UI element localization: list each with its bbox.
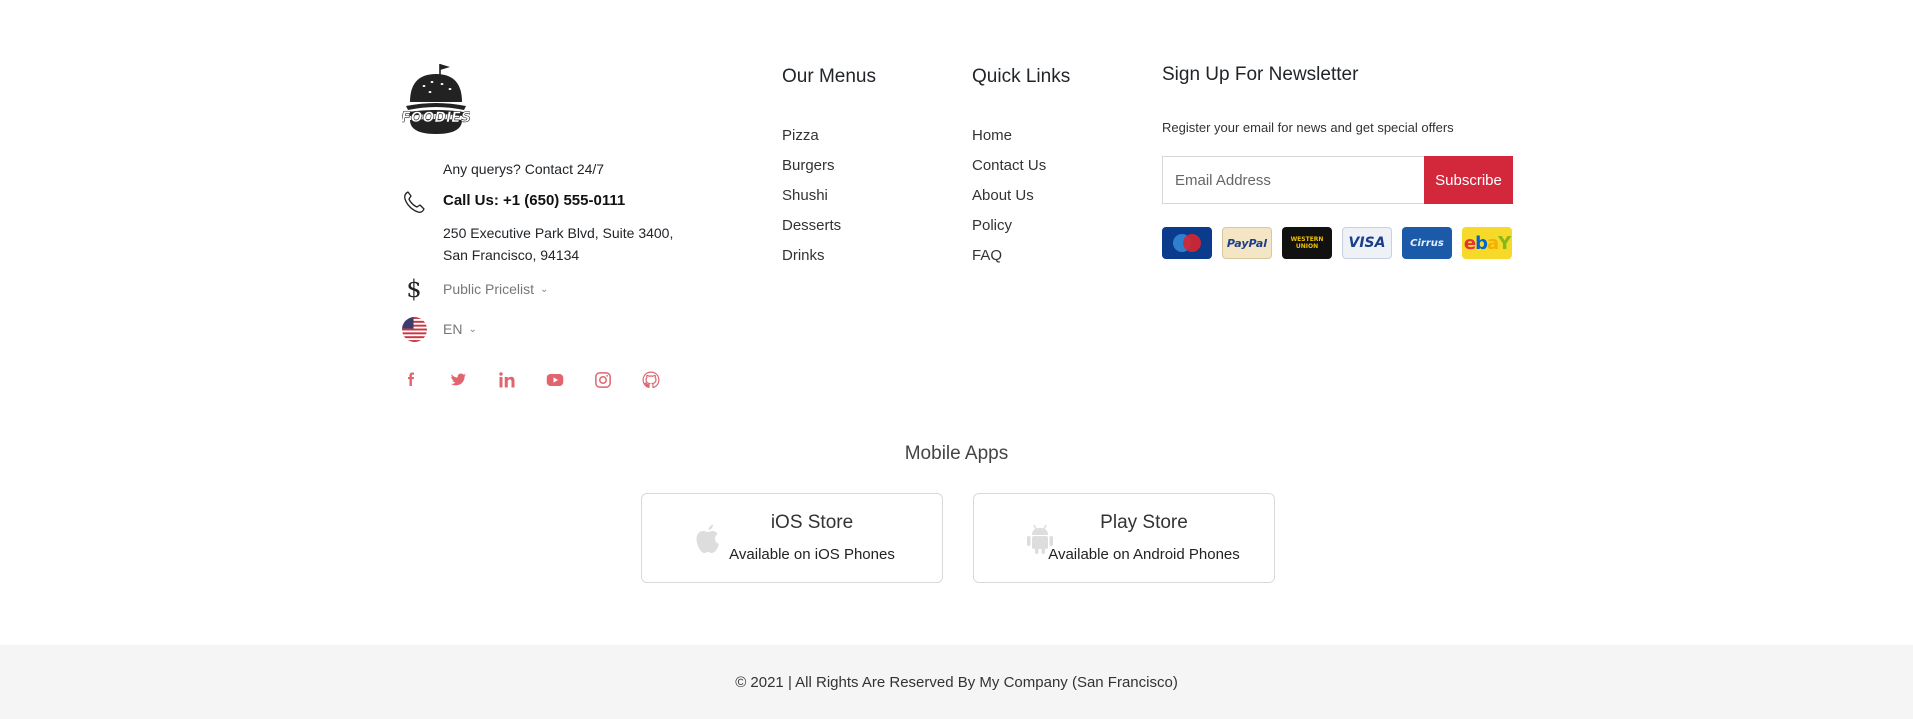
pricelist-row: $ Public Pricelist ⌄ — [402, 275, 548, 303]
paypal-icon: PayPal — [1222, 227, 1272, 259]
address-line-2: San Francisco, 94134 — [443, 247, 580, 263]
subscribe-button[interactable]: Subscribe — [1424, 156, 1513, 204]
menu-item-burgers[interactable]: Burgers — [782, 156, 841, 186]
github-icon[interactable] — [642, 369, 690, 391]
pricelist-label: Public Pricelist — [443, 281, 535, 297]
us-flag-icon — [402, 316, 427, 342]
twitter-icon[interactable] — [450, 369, 498, 391]
copyright-text: © 2021 | All Rights Are Reserved By My C… — [735, 673, 1178, 691]
play-store-subtitle: Available on Android Phones — [1048, 546, 1240, 563]
ebay-letter-e: e — [1463, 232, 1476, 254]
address-line-1: 250 Executive Park Blvd, Suite 3400, — [443, 225, 674, 241]
ebay-icon: ebaY — [1462, 227, 1512, 259]
ebay-letter-a: a — [1486, 232, 1499, 254]
footer-bar: © 2021 | All Rights Are Reserved By My C… — [0, 645, 1913, 719]
social-links — [402, 369, 690, 391]
quick-link-contact-us[interactable]: Contact Us — [972, 156, 1046, 186]
western-union-label-2: UNION — [1295, 243, 1319, 250]
menu-item-desserts[interactable]: Desserts — [782, 216, 841, 246]
email-field[interactable] — [1162, 156, 1424, 204]
play-store-name: Play Store — [1100, 512, 1188, 533]
language-dropdown[interactable]: EN ⌄ — [443, 321, 477, 337]
youtube-icon[interactable] — [546, 369, 594, 391]
visa-icon: VISA — [1342, 227, 1392, 259]
svg-text:FOODIES: FOODIES — [402, 110, 470, 126]
contact-note: Any querys? Contact 24/7 — [443, 161, 605, 177]
ios-store-subtitle: Available on iOS Phones — [729, 546, 895, 563]
facebook-icon[interactable] — [402, 369, 450, 391]
address: 250 Executive Park Blvd, Suite 3400, San… — [443, 222, 703, 266]
quick-links-title: Quick Links — [972, 66, 1071, 87]
language-label: EN — [443, 321, 463, 337]
newsletter-form: Subscribe — [1162, 156, 1513, 204]
play-store-button[interactable]: Play Store Available on Android Phones — [973, 493, 1275, 583]
quick-link-about-us[interactable]: About Us — [972, 186, 1046, 216]
chevron-down-icon: ⌄ — [540, 283, 549, 295]
newsletter-subtitle: Register your email for news and get spe… — [1162, 120, 1454, 135]
mobile-apps-title: Mobile Apps — [904, 443, 1009, 464]
payment-methods: PayPal WESTERN UNION VISA Cirrus ebaY — [1162, 227, 1512, 259]
pricelist-dropdown[interactable]: Public Pricelist ⌄ — [443, 281, 548, 297]
linkedin-icon[interactable] — [498, 369, 546, 391]
dollar-icon: $ — [406, 275, 422, 303]
phone-icon — [402, 190, 426, 214]
foodies-logo[interactable]: FOODIES — [401, 62, 471, 138]
menu-item-drinks[interactable]: Drinks — [782, 246, 841, 276]
quick-link-home[interactable]: Home — [972, 126, 1046, 156]
cirrus-icon: Cirrus — [1402, 227, 1452, 259]
western-union-icon: WESTERN UNION — [1282, 227, 1332, 259]
ios-store-button[interactable]: iOS Store Available on iOS Phones — [641, 493, 943, 583]
ebay-letter-b: b — [1475, 232, 1488, 254]
quick-link-faq[interactable]: FAQ — [972, 246, 1046, 276]
maestro-icon — [1162, 227, 1212, 259]
ios-store-name: iOS Store — [770, 512, 854, 533]
newsletter-title: Sign Up For Newsletter — [1162, 64, 1359, 85]
menu-item-pizza[interactable]: Pizza — [782, 126, 841, 156]
menu-item-shushi[interactable]: Shushi — [782, 186, 841, 216]
ebay-letter-y: Y — [1498, 232, 1511, 254]
quick-links-list: Home Contact Us About Us Policy FAQ — [972, 126, 1046, 276]
chevron-down-icon: ⌄ — [468, 323, 477, 335]
language-row: EN ⌄ — [402, 316, 477, 342]
call-us-phone[interactable]: Call Us: +1 (650) 555-0111 — [443, 192, 625, 209]
western-union-label-1: WESTERN — [1290, 236, 1324, 243]
menus-list: Pizza Burgers Shushi Desserts Drinks — [782, 126, 841, 276]
menus-title: Our Menus — [782, 66, 876, 87]
quick-link-policy[interactable]: Policy — [972, 216, 1046, 246]
instagram-icon[interactable] — [594, 369, 642, 391]
